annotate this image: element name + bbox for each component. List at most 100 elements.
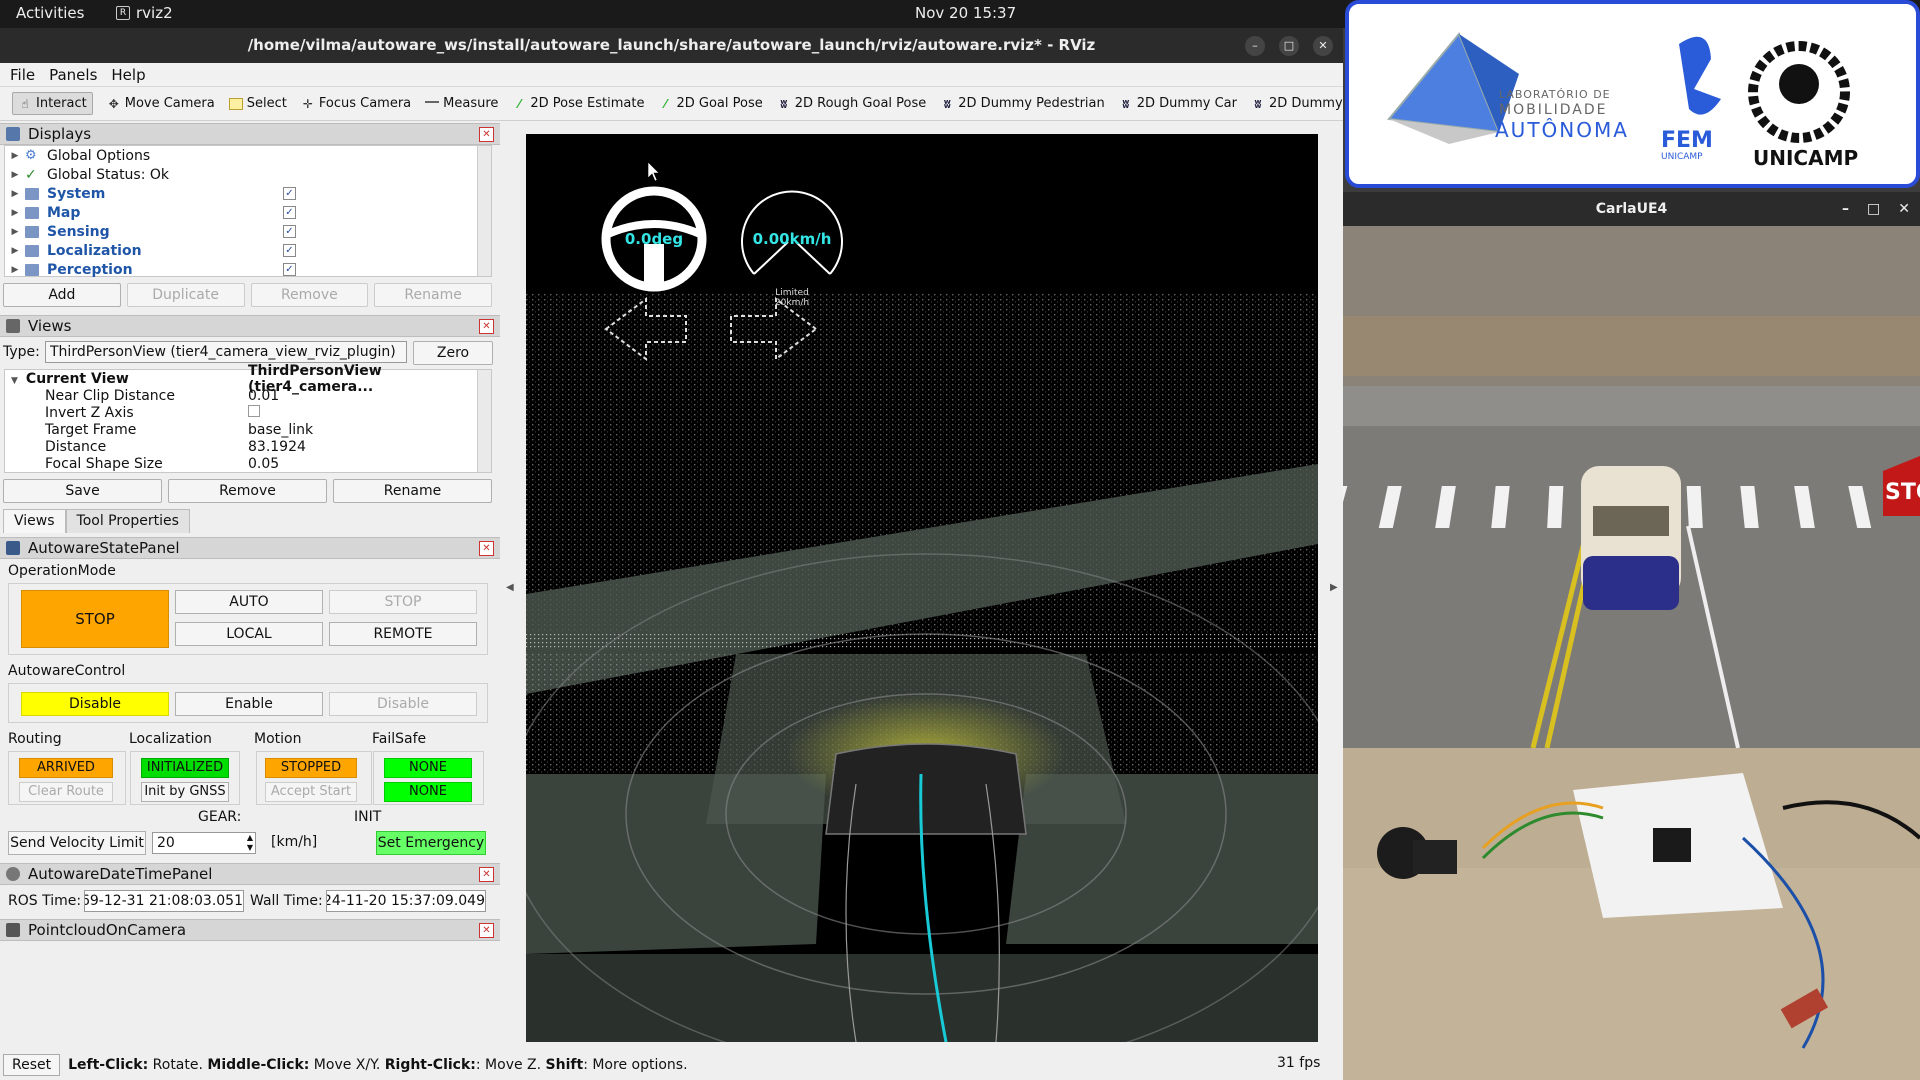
maximize-icon[interactable]: □ [1279, 35, 1299, 56]
prop-key-text: Current View [25, 370, 129, 387]
tool-2d-goal-pose[interactable]: ⁄ 2D Goal Pose [658, 96, 762, 111]
prop-row[interactable]: Distance 83.1924 [5, 438, 491, 455]
tool-interact[interactable]: ☝ Interact [12, 92, 93, 115]
view-properties: ▼ Current View ThirdPersonView (tier4_came… [4, 363, 492, 473]
display-checkbox[interactable]: ✓ [283, 263, 296, 276]
close-icon[interactable]: ✕ [479, 127, 494, 142]
displays-panel-header[interactable]: Displays ✕ [0, 123, 500, 145]
tool-2d-rough-goal-pose[interactable]: ʬ 2D Rough Goal Pose [777, 96, 926, 111]
accept-start-button[interactable]: Accept Start [265, 782, 357, 802]
duplicate-button[interactable]: Duplicate [126, 283, 245, 307]
expand-arrow-icon[interactable]: ▶ [5, 151, 25, 161]
menu-help[interactable]: Help [111, 66, 145, 84]
close-icon[interactable]: ✕ [1313, 35, 1333, 56]
display-item-perception[interactable]: ▶ Perception ✓ [5, 260, 491, 279]
localization-label: Localization [129, 731, 212, 747]
remove-button[interactable]: Remove [250, 283, 369, 307]
views-panel-header[interactable]: Views ✕ [0, 315, 500, 337]
rename-view-button[interactable]: Rename [333, 479, 492, 503]
tab-views[interactable]: Views [3, 509, 66, 533]
enable-button[interactable]: Enable [175, 692, 323, 716]
init-by-gnss-button[interactable]: Init by GNSS [141, 782, 229, 802]
ros-time-field[interactable]: 969-12-31 21:08:03.051 [84, 890, 244, 912]
scrollbar[interactable] [477, 146, 491, 276]
tool-move-camera[interactable]: ✥ Move Camera [107, 96, 215, 111]
rename-button[interactable]: Rename [374, 283, 492, 307]
clear-route-button[interactable]: Clear Route [19, 782, 113, 802]
disable-button[interactable]: Disable [329, 692, 477, 716]
expand-arrow-icon[interactable]: ▶ [5, 265, 25, 275]
stop-button[interactable]: STOP [329, 590, 477, 614]
prop-row[interactable]: Invert Z Axis [5, 404, 491, 421]
current-view-row[interactable]: ▼ Current View ThirdPersonView (tier4_came… [5, 363, 491, 395]
local-button[interactable]: LOCAL [175, 622, 323, 646]
display-item-global-options[interactable]: ▶ ⚙ Global Options [5, 146, 491, 165]
send-velocity-limit-button[interactable]: Send Velocity Limit [8, 831, 146, 855]
scrollbar[interactable] [477, 370, 491, 472]
close-icon[interactable]: ✕ [479, 867, 494, 882]
view-type-select[interactable]: ThirdPersonView (tier4_camera_view_rviz_… [45, 341, 407, 363]
auto-button[interactable]: AUTO [175, 590, 323, 614]
display-item-global-status[interactable]: ▶ ✓ Global Status: Ok [5, 165, 491, 184]
display-checkbox[interactable]: ✓ [283, 244, 296, 257]
close-icon[interactable]: ✕ [479, 319, 494, 334]
display-label: Global Options [47, 147, 151, 164]
save-button[interactable]: Save [3, 479, 162, 503]
zero-button[interactable]: Zero [413, 341, 493, 365]
remove-view-button[interactable]: Remove [168, 479, 327, 503]
render-viewport[interactable]: 0.0deg 0.00km/h Limited 20km/h [526, 134, 1318, 1042]
datetime-panel-header[interactable]: AutowareDateTimePanel ✕ [0, 863, 500, 885]
spinbox-arrows-icon[interactable]: ▲ ▼ [247, 833, 253, 853]
views-button-row: Save Remove Rename [0, 473, 500, 509]
prop-row[interactable]: Target Frame base_link [5, 421, 491, 438]
window-titlebar[interactable]: /home/vilma/autoware_ws/install/autoware… [0, 28, 1343, 63]
activities-button[interactable]: Activities [16, 4, 84, 22]
clock[interactable]: Nov 20 15:37 [915, 4, 1016, 22]
hint-key: Shift [545, 1057, 584, 1073]
tool-select[interactable]: Select [228, 96, 287, 111]
collapse-right-icon[interactable]: ▶ [1330, 582, 1338, 593]
display-checkbox[interactable]: ✓ [283, 187, 296, 200]
tool-2d-dummy-car[interactable]: ʬ 2D Dummy Car [1119, 96, 1237, 111]
add-button[interactable]: Add [3, 283, 121, 307]
collapse-left-icon[interactable]: ◀ [506, 582, 514, 593]
menu-panels[interactable]: Panels [49, 66, 97, 84]
expand-arrow-icon[interactable]: ▶ [5, 208, 25, 218]
app-menu[interactable]: Rrviz2 [116, 4, 173, 22]
display-item-sensing[interactable]: ▶ Sensing ✓ [5, 222, 491, 241]
prop-row[interactable]: Near Clip Distance 0.01 [5, 387, 491, 404]
display-item-localization[interactable]: ▶ Localization ✓ [5, 241, 491, 260]
minimize-icon[interactable]: – [1245, 35, 1265, 56]
display-checkbox[interactable]: ✓ [283, 225, 296, 238]
tool-focus-camera[interactable]: ✛ Focus Camera [301, 96, 411, 111]
wall-time-field[interactable]: 024-11-20 15:37:09.049 [326, 890, 486, 912]
menu-file[interactable]: File [10, 66, 35, 84]
pointcloud-panel-header[interactable]: PointcloudOnCamera ✕ [0, 919, 500, 941]
tool-measure[interactable]: Measure [425, 96, 498, 111]
expand-arrow-icon[interactable]: ▶ [5, 227, 25, 237]
display-item-system[interactable]: ▶ System ✓ [5, 184, 491, 203]
display-item-map[interactable]: ▶ Map ✓ [5, 203, 491, 222]
prop-row[interactable]: Focal Shape Size 0.05 [5, 455, 491, 472]
close-icon[interactable]: ✕ [479, 541, 494, 556]
expand-arrow-icon[interactable]: ▶ [5, 170, 25, 180]
tool-2d-dummy-pedestrian[interactable]: ʬ 2D Dummy Pedestrian [940, 96, 1105, 111]
tool-label: Move Camera [124, 96, 215, 111]
tool-label: Measure [443, 96, 499, 111]
velocity-limit-input[interactable]: 20 ▲ ▼ [152, 832, 256, 854]
minimize-icon[interactable]: – [1842, 192, 1849, 226]
tab-tool-properties[interactable]: Tool Properties [65, 509, 190, 533]
remote-button[interactable]: REMOTE [329, 622, 477, 646]
close-icon[interactable]: ✕ [479, 923, 494, 938]
reset-button[interactable]: Reset [3, 1054, 61, 1076]
set-emergency-button[interactable]: Set Emergency [376, 831, 486, 855]
tool-2d-pose-estimate[interactable]: ⁄ 2D Pose Estimate [512, 96, 644, 111]
close-icon[interactable]: ✕ [1898, 192, 1910, 226]
invert-z-checkbox [248, 404, 491, 421]
maximize-icon[interactable]: □ [1867, 192, 1880, 226]
state-panel-header[interactable]: AutowareStatePanel ✕ [0, 537, 500, 559]
carla-titlebar[interactable]: CarlaUE4 – □ ✕ [1343, 192, 1920, 226]
display-checkbox[interactable]: ✓ [283, 206, 296, 219]
expand-arrow-icon[interactable]: ▶ [5, 189, 25, 199]
expand-arrow-icon[interactable]: ▶ [5, 246, 25, 256]
